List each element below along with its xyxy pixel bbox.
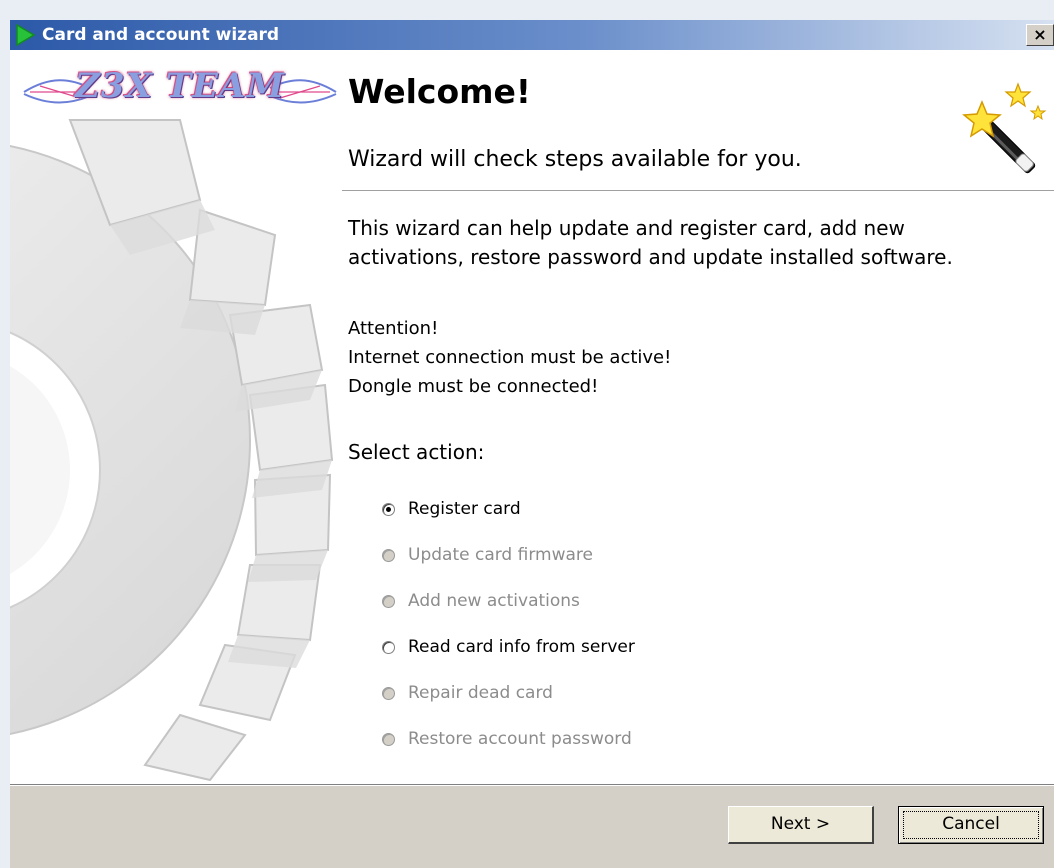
green-play-arrow-icon — [16, 24, 36, 46]
radio-restore-account-password: Restore account password — [382, 716, 635, 762]
option-label: Restore account password — [408, 729, 632, 749]
radio-read-card-info[interactable]: Read card info from server — [382, 624, 635, 670]
page-subtitle: Wizard will check steps available for yo… — [348, 147, 802, 172]
z3x-team-logo: Z3X TEAM — [20, 58, 340, 122]
radio-button — [382, 548, 395, 562]
radio-button — [382, 732, 395, 746]
radio-repair-dead-card: Repair dead card — [382, 670, 635, 716]
window-title: Card and account wizard — [42, 25, 280, 45]
radio-button — [382, 686, 395, 700]
attention-text: Attention! Internet connection must be a… — [348, 318, 672, 397]
radio-button[interactable] — [382, 502, 395, 516]
select-action-label: Select action: — [348, 440, 485, 464]
magic-wand-icon — [962, 82, 1047, 174]
action-radio-group: Register card Update card firmware Add n… — [382, 486, 635, 762]
wizard-window: Card and account wizard × Z3X TEAM Welco… — [10, 20, 1054, 868]
close-icon: × — [1033, 25, 1047, 44]
option-label: Read card info from server — [408, 637, 635, 657]
cancel-button[interactable]: Cancel — [898, 806, 1044, 844]
option-label: Update card firmware — [408, 545, 593, 565]
button-bar: Next > Cancel — [10, 786, 1054, 868]
radio-button[interactable] — [382, 640, 395, 654]
gear-image — [10, 119, 334, 782]
option-label: Add new activations — [408, 591, 580, 611]
next-button[interactable]: Next > — [728, 806, 874, 844]
header-divider — [342, 190, 1054, 192]
radio-update-card-firmware: Update card firmware — [382, 532, 635, 578]
description-text: This wizard can help update and register… — [348, 216, 953, 269]
option-label: Register card — [408, 499, 521, 519]
option-label: Repair dead card — [408, 683, 553, 703]
page-title: Welcome! — [348, 72, 531, 111]
left-decor-pane: Z3X TEAM — [10, 50, 342, 784]
title-bar[interactable]: Card and account wizard × — [10, 20, 1054, 50]
radio-register-card[interactable]: Register card — [382, 486, 635, 532]
radio-add-new-activations: Add new activations — [382, 578, 635, 624]
close-button[interactable]: × — [1026, 24, 1054, 46]
focus-rect — [903, 811, 1039, 839]
radio-button — [382, 594, 395, 608]
